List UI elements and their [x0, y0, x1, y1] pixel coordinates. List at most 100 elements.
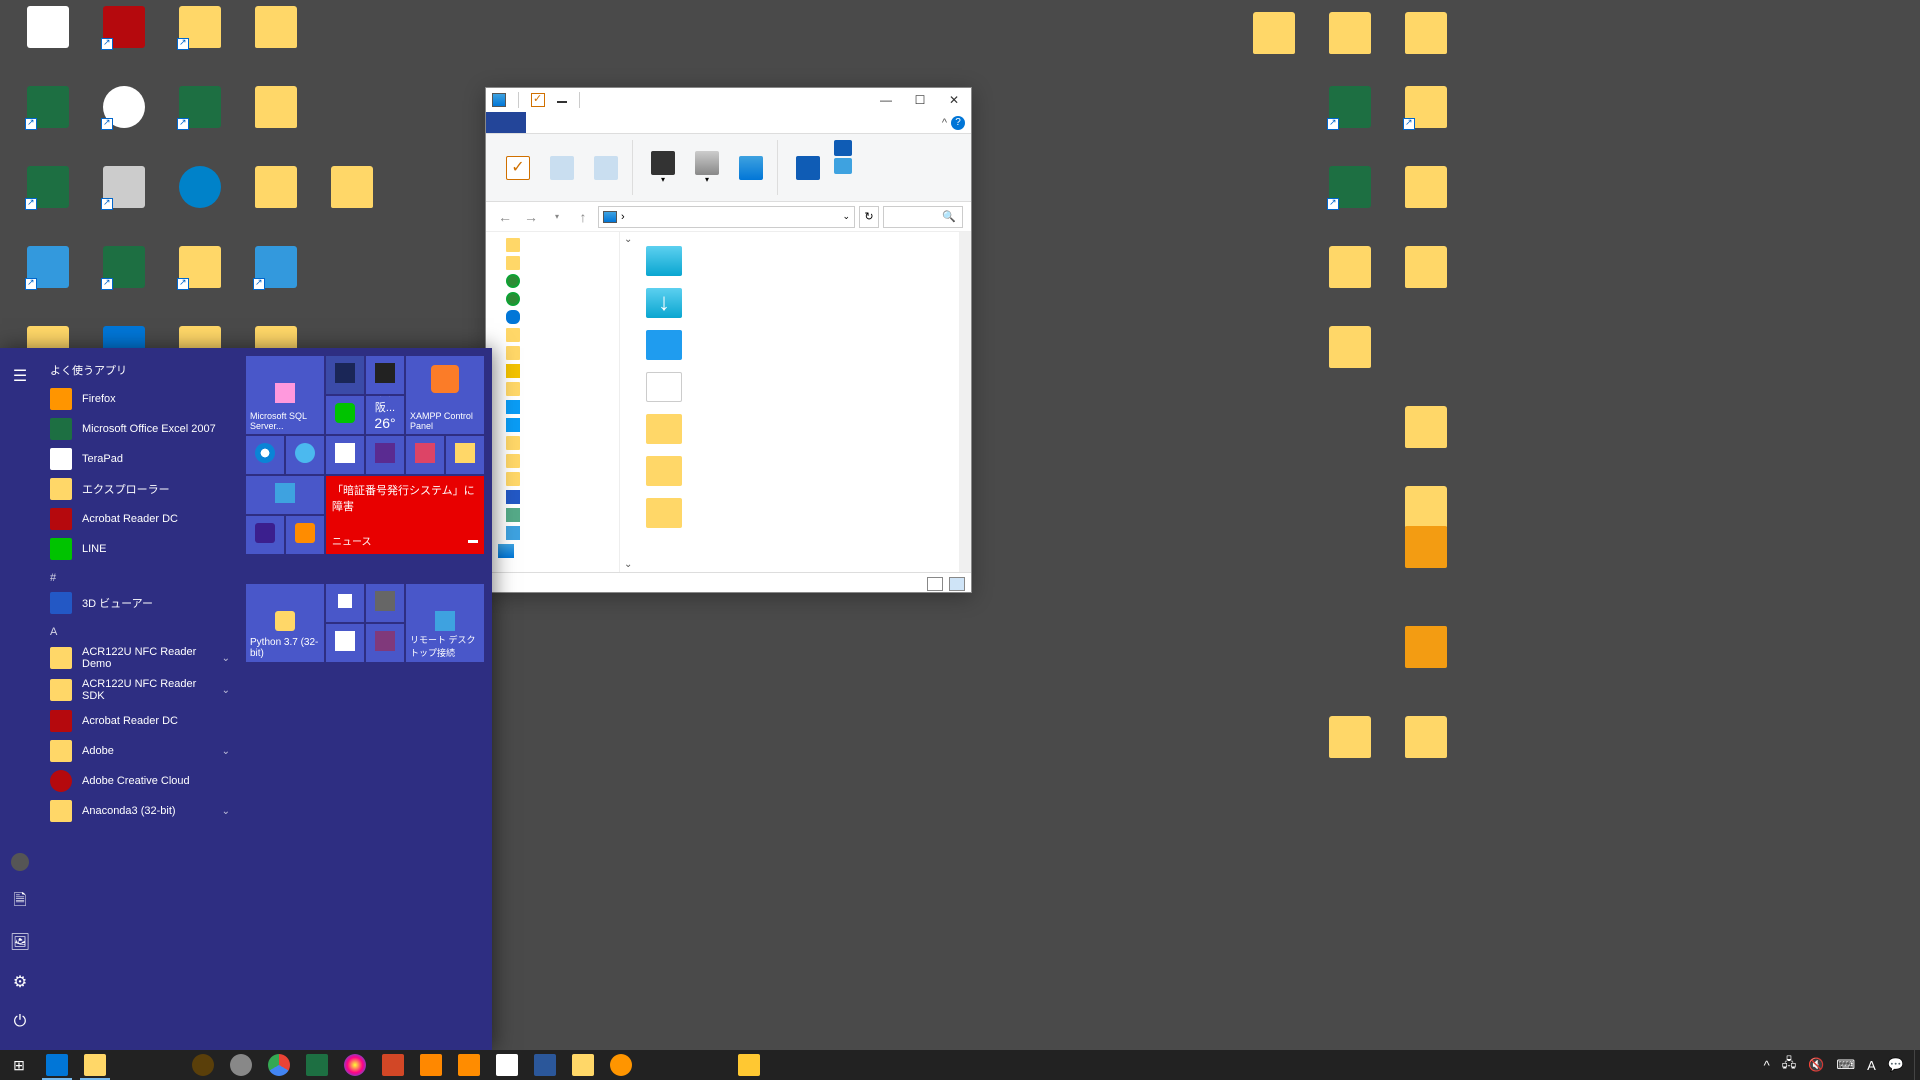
tile-python[interactable]: Python 3.7 (32-bit)	[246, 584, 324, 662]
taskbar-edge[interactable]	[184, 1050, 222, 1080]
nav-item-5[interactable]	[492, 380, 613, 398]
desktop-itunes[interactable]	[94, 86, 154, 128]
minimize-button[interactable]: —	[869, 88, 903, 112]
desktop-folder-r7[interactable]	[1320, 326, 1380, 368]
nav-quick-access[interactable]	[492, 236, 613, 254]
tile-visual-studio[interactable]	[366, 436, 404, 474]
taskbar-excel[interactable]	[298, 1050, 336, 1080]
desktop-excel-1[interactable]	[18, 86, 78, 128]
rail-documents[interactable]: 🗎	[0, 882, 40, 922]
refresh-button[interactable]: ↻	[859, 206, 879, 228]
address-bar[interactable]: › ⌄	[598, 206, 855, 228]
desktop-excel-r2[interactable]	[1320, 166, 1380, 208]
tile-store[interactable]	[326, 584, 364, 622]
desktop-folder-r4[interactable]	[1396, 166, 1456, 208]
tile-news[interactable]: 「暗証番号発行システム」に障害 ニュース ▬	[326, 476, 484, 554]
tray-ime-icon[interactable]: ⌨	[1836, 1057, 1855, 1073]
tray-network-icon[interactable]: 🖧	[1782, 1054, 1797, 1076]
content-downloads[interactable]	[626, 282, 965, 324]
explorer-content[interactable]: ⌄ ⌄	[620, 232, 971, 572]
desktop-app-1[interactable]	[94, 166, 154, 208]
app-adobe-folder[interactable]: Adobe⌄	[40, 736, 240, 766]
taskbar-vlc[interactable]	[412, 1050, 450, 1080]
explorer-titlebar[interactable]: — ☐ ✕	[486, 88, 971, 112]
nav-item-7[interactable]	[492, 452, 613, 470]
taskbar-terapad[interactable]	[564, 1050, 602, 1080]
taskbar-chrome[interactable]	[260, 1050, 298, 1080]
rail-expand[interactable]: ☰	[0, 356, 40, 396]
taskbar-media-player[interactable]	[450, 1050, 488, 1080]
tile-tools[interactable]	[366, 584, 404, 622]
address-dropdown[interactable]: ⌄	[842, 211, 850, 222]
desktop-adobe-reader[interactable]	[94, 6, 154, 48]
rail-power[interactable]: ⏻	[0, 1002, 40, 1042]
rail-pictures[interactable]: 🖼	[0, 922, 40, 962]
view-details-button[interactable]	[927, 577, 943, 591]
desktop-excel-r1[interactable]	[1320, 86, 1380, 128]
taskbar-photos[interactable]	[336, 1050, 374, 1080]
tile-this-pc[interactable]	[246, 476, 324, 514]
app-anaconda3[interactable]: Anaconda3 (32-bit)⌄	[40, 796, 240, 826]
ribbon-network-location[interactable]	[733, 140, 769, 195]
nav-favorites[interactable]	[492, 362, 613, 380]
app-excel-2007[interactable]: Microsoft Office Excel 2007	[40, 414, 240, 444]
desktop-sticky-2[interactable]	[1396, 626, 1456, 668]
rail-settings[interactable]: ⚙	[0, 962, 40, 1002]
group-collapse-icon-2[interactable]: ⌄	[624, 559, 632, 570]
ribbon-media[interactable]: ▾	[645, 140, 681, 195]
ribbon-settings[interactable]	[790, 140, 826, 195]
tile-terapad[interactable]	[326, 436, 364, 474]
desktop-folder-1[interactable]	[170, 6, 230, 48]
desktop-folder-5[interactable]	[322, 166, 382, 208]
app-acrobat-2[interactable]: Acrobat Reader DC	[40, 706, 240, 736]
app-acrobat[interactable]: Acrobat Reader DC	[40, 504, 240, 534]
group-collapse-icon[interactable]: ⌄	[624, 234, 632, 245]
tile-line[interactable]	[326, 396, 364, 434]
view-large-icons-button[interactable]	[949, 577, 965, 591]
content-videos[interactable]	[626, 450, 965, 492]
start-button[interactable]: ⊞	[0, 1050, 38, 1080]
desktop-folder-6[interactable]	[170, 246, 230, 288]
desktop-folder-r10[interactable]	[1320, 716, 1380, 758]
tray-overflow[interactable]: ^	[1764, 1058, 1770, 1073]
desktop-folder-r1[interactable]	[1244, 12, 1304, 54]
app-creative-cloud[interactable]: Adobe Creative Cloud	[40, 766, 240, 796]
uninstall-icon[interactable]	[834, 140, 852, 156]
desktop-downloads[interactable]	[1396, 12, 1456, 54]
ribbon-rename[interactable]	[588, 140, 624, 195]
content-documents[interactable]	[626, 366, 965, 408]
tile-remote-desktop[interactable]: リモート デスクトップ接続	[406, 584, 484, 662]
content-scrollbar[interactable]	[959, 232, 971, 572]
help-icon[interactable]: ?	[951, 116, 965, 130]
desktop-folder-3[interactable]	[246, 86, 306, 128]
desktop-folder-r2[interactable]	[1320, 12, 1380, 54]
maximize-button[interactable]: ☐	[903, 88, 937, 112]
taskbar-sticky-notes[interactable]	[730, 1050, 768, 1080]
tile-media[interactable]	[286, 516, 324, 554]
nav-this-pc[interactable]	[492, 542, 613, 560]
taskbar-firefox[interactable]	[602, 1050, 640, 1080]
nav-music[interactable]	[492, 488, 613, 506]
content-pictures[interactable]	[626, 408, 965, 450]
nav-back[interactable]: ←	[494, 206, 516, 228]
show-desktop-button[interactable]	[1914, 1050, 1920, 1080]
desktop-folder-2[interactable]	[246, 6, 306, 48]
taskbar-word[interactable]	[526, 1050, 564, 1080]
tile-explorer[interactable]	[446, 436, 484, 474]
explorer-window[interactable]: — ☐ ✕ ^ ? ▾ ▾ ←	[485, 87, 972, 593]
nav-item-6[interactable]	[492, 434, 613, 452]
tray-ime-mode[interactable]: A	[1867, 1058, 1876, 1073]
nav-item-3[interactable]	[492, 326, 613, 344]
taskbar-calc-2[interactable]	[488, 1050, 526, 1080]
tile-access[interactable]	[406, 436, 444, 474]
desktop-nextcloud[interactable]	[170, 166, 230, 208]
ribbon-collapse-icon[interactable]: ^	[942, 117, 947, 129]
desktop-excel-3[interactable]	[94, 246, 154, 288]
app-explorer[interactable]: エクスプローラー	[40, 474, 240, 504]
tray-action-center[interactable]: 💬	[1888, 1057, 1904, 1073]
desktop-shortcut-3[interactable]	[170, 86, 230, 128]
tray-volume-icon[interactable]: 🔇	[1808, 1057, 1824, 1073]
taskbar-disc[interactable]	[222, 1050, 260, 1080]
close-button[interactable]: ✕	[937, 88, 971, 112]
tile-powershell[interactable]	[326, 356, 364, 394]
